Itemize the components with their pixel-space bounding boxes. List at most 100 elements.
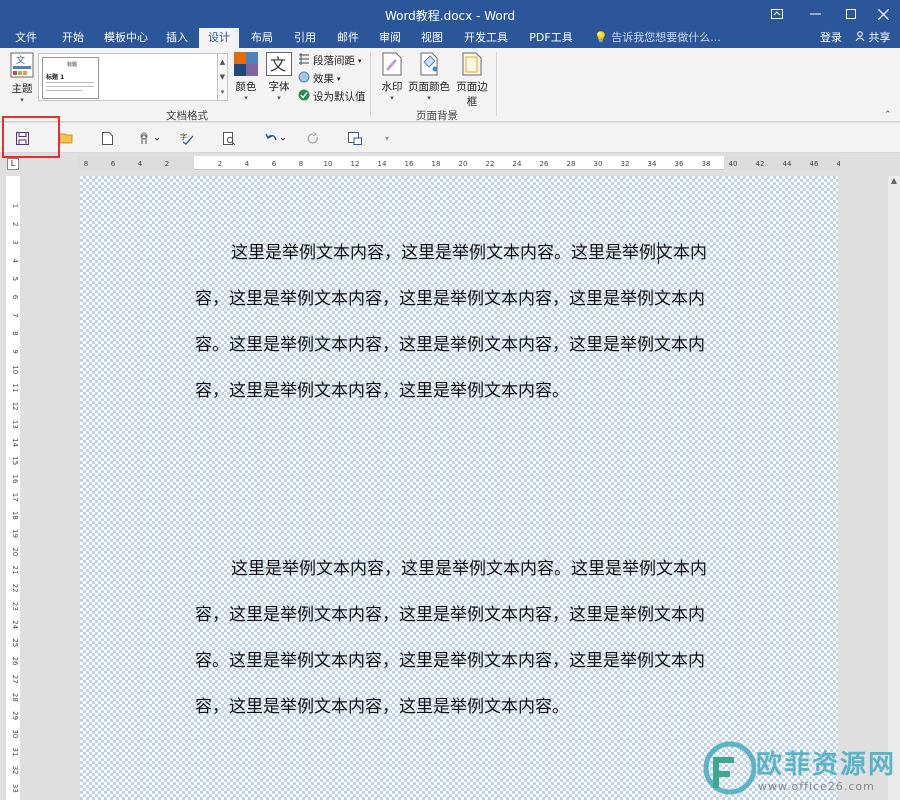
tab-developer[interactable]: 开发工具 bbox=[456, 28, 516, 48]
ruler-tick-label: 34 bbox=[648, 160, 657, 168]
new-document-icon[interactable] bbox=[98, 129, 116, 147]
chevron-up-icon[interactable]: ▲ bbox=[220, 58, 225, 66]
chevron-down-icon: ▾ bbox=[390, 94, 394, 102]
thumb-line bbox=[46, 86, 94, 87]
ruler-tick-label: 30 bbox=[594, 160, 603, 168]
ruler-tick-label: 3 bbox=[11, 240, 19, 244]
tab-file[interactable]: 文件 bbox=[8, 28, 44, 48]
ruler-tick-label: 6 bbox=[11, 295, 19, 300]
paragraph-spacing-button[interactable]: 段落间距 ▾ bbox=[298, 53, 362, 68]
ruler-tick-label: 8 bbox=[299, 160, 303, 168]
style-set-thumbnail[interactable]: 标题 标题 1 bbox=[42, 57, 99, 99]
tab-pdf-tools[interactable]: PDF工具集 bbox=[520, 28, 582, 64]
page-color-label: 页面颜色 bbox=[408, 81, 450, 93]
ruler-tick-label: 8 bbox=[84, 160, 88, 168]
ruler-tick-label: 25 bbox=[11, 638, 19, 647]
page-borders-button[interactable]: 页面边框 bbox=[452, 52, 492, 109]
ruler-tick-label: 8 bbox=[11, 331, 19, 335]
tab-insert[interactable]: 插入 bbox=[158, 28, 196, 48]
ruler-tick-label: 36 bbox=[675, 160, 684, 168]
ruler-tick-label: 5 bbox=[11, 277, 19, 281]
ribbon-display-icon[interactable] bbox=[760, 0, 794, 28]
tab-design[interactable]: 设计 bbox=[199, 28, 239, 48]
page-color-button[interactable]: 页面颜色 ▾ bbox=[408, 52, 450, 102]
tell-me-box[interactable]: 💡 告诉我您想要做什么... bbox=[594, 28, 721, 48]
ruler-tick-label: 24 bbox=[11, 620, 19, 629]
vertical-ruler[interactable]: 1 2 3 4 5 6 7 8 9 10 11 12 13 14 15 16 17 18 19 20 21 22 23 24 2… bbox=[6, 176, 20, 800]
open-folder-icon[interactable] bbox=[58, 129, 76, 147]
document-page[interactable]: 这里是举例文本内容，这里是举例文本内容。这里是举例文本内容，这里是举例文本内容，… bbox=[80, 176, 838, 800]
site-logo: 欧菲资源网 www.office26.com bbox=[700, 738, 900, 800]
style-set-gallery[interactable]: 标题 标题 1 bbox=[38, 53, 218, 101]
share-button[interactable]: 共享 bbox=[855, 28, 891, 48]
minimize-icon[interactable] bbox=[798, 0, 832, 28]
ruler-tick-label: 12 bbox=[351, 160, 360, 168]
effects-icon bbox=[298, 71, 310, 86]
themes-label: 主题 bbox=[11, 83, 33, 95]
tab-review[interactable]: 审阅 bbox=[371, 28, 409, 48]
expand-gallery-icon[interactable]: ▾ bbox=[221, 88, 225, 96]
close-icon[interactable] bbox=[866, 0, 900, 28]
ruler-tick-label: 13 bbox=[11, 420, 19, 429]
ruler-tick-label: 14 bbox=[11, 438, 19, 447]
undo-icon[interactable] bbox=[262, 129, 288, 147]
tab-home[interactable]: 开始 bbox=[54, 28, 92, 48]
set-default-button[interactable]: 设为默认值 bbox=[298, 89, 366, 104]
ruler-tick-label: 32 bbox=[621, 160, 630, 168]
tab-mailings[interactable]: 邮件 bbox=[329, 28, 367, 48]
ruler-tick-label: 20 bbox=[11, 547, 19, 556]
touch-mode-icon[interactable] bbox=[136, 129, 162, 147]
paragraph[interactable]: 这里是举例文本内容，这里是举例文本内容。这里是举例文本内容，这里是举例文本内容，… bbox=[195, 230, 715, 414]
ruler-tick-label: 4 bbox=[138, 160, 143, 168]
group-label-page-background: 页面背景 bbox=[416, 110, 458, 122]
thumb-heading: 标题 1 bbox=[46, 74, 65, 81]
ruler-ticks: 8 6 4 2 2 4 6 8 10 12 14 16 18 20 22 24 26 28 30 32 34 36 38 40… bbox=[84, 160, 840, 168]
thumb-line bbox=[46, 90, 82, 91]
ruler-tick-label: 4 bbox=[245, 160, 250, 168]
ruler-tick-label: 26 bbox=[11, 657, 19, 666]
watermark-button[interactable]: 水印 ▾ bbox=[378, 52, 406, 102]
svg-text:文: 文 bbox=[270, 55, 286, 74]
set-default-label: 设为默认值 bbox=[313, 91, 366, 103]
fonts-button[interactable]: 文 字体 ▾ bbox=[265, 52, 293, 102]
redo-icon[interactable] bbox=[304, 129, 322, 147]
spelling-check-icon[interactable]: 字 bbox=[178, 129, 196, 147]
quick-access-toolbar: 字 ▾ bbox=[0, 123, 900, 153]
tab-template-center[interactable]: 模板中心 bbox=[98, 28, 154, 48]
ruler-tick-label: 30 bbox=[11, 729, 19, 738]
ruler-tick-label: 10 bbox=[324, 160, 333, 168]
ruler-tick-label: 18 bbox=[432, 160, 441, 168]
maximize-icon[interactable] bbox=[834, 0, 868, 28]
themes-button[interactable]: 文 主题 ▾ bbox=[8, 52, 36, 104]
ruler-tick-label: 4 bbox=[11, 258, 19, 263]
save-highlight-box bbox=[2, 116, 60, 158]
ruler-tick-label: 46 bbox=[810, 160, 819, 168]
chevron-down-icon: ▾ bbox=[358, 56, 362, 65]
logo-mark-icon bbox=[703, 741, 756, 795]
ruler-tick-label: 15 bbox=[11, 456, 19, 465]
colors-button[interactable]: 颜色 ▾ bbox=[232, 52, 260, 102]
tab-layout[interactable]: 布局 bbox=[243, 28, 281, 48]
page-setup-icon[interactable] bbox=[346, 129, 364, 147]
ruler-tick-label: 20 bbox=[459, 160, 468, 168]
tab-view[interactable]: 视图 bbox=[413, 28, 451, 48]
gallery-scrollbar[interactable]: ▲ ▼ ▾ bbox=[218, 53, 228, 101]
svg-text:文: 文 bbox=[16, 54, 25, 66]
collapse-ribbon-icon[interactable]: ⌃ bbox=[884, 110, 892, 120]
ruler-tick-label: 17 bbox=[11, 493, 19, 502]
ruler-tick-label: 38 bbox=[702, 160, 711, 168]
scroll-up-icon[interactable]: ▲ bbox=[888, 176, 900, 188]
login-link[interactable]: 登录 bbox=[820, 28, 842, 48]
lightbulb-icon: 💡 bbox=[594, 31, 608, 44]
tab-references[interactable]: 引用 bbox=[286, 28, 324, 48]
customize-qat-icon[interactable]: ▾ bbox=[378, 129, 396, 147]
tab-selector[interactable]: L bbox=[7, 158, 19, 170]
horizontal-ruler[interactable]: 8 6 4 2 2 4 6 8 10 12 14 16 18 20 22 24 26 28 30 32 34 36 38 40… bbox=[78, 156, 840, 170]
ruler-tick-label: 26 bbox=[540, 160, 549, 168]
effects-button[interactable]: 效果 ▾ bbox=[298, 71, 341, 86]
paragraph[interactable]: 这里是举例文本内容，这里是举例文本内容。这里是举例文本内容，这里是举例文本内容，… bbox=[195, 546, 715, 730]
fonts-label: 字体 bbox=[268, 81, 290, 93]
vertical-scrollbar[interactable]: ▲ bbox=[888, 176, 900, 800]
print-preview-icon[interactable] bbox=[220, 129, 238, 147]
chevron-down-icon[interactable]: ▼ bbox=[220, 73, 225, 81]
